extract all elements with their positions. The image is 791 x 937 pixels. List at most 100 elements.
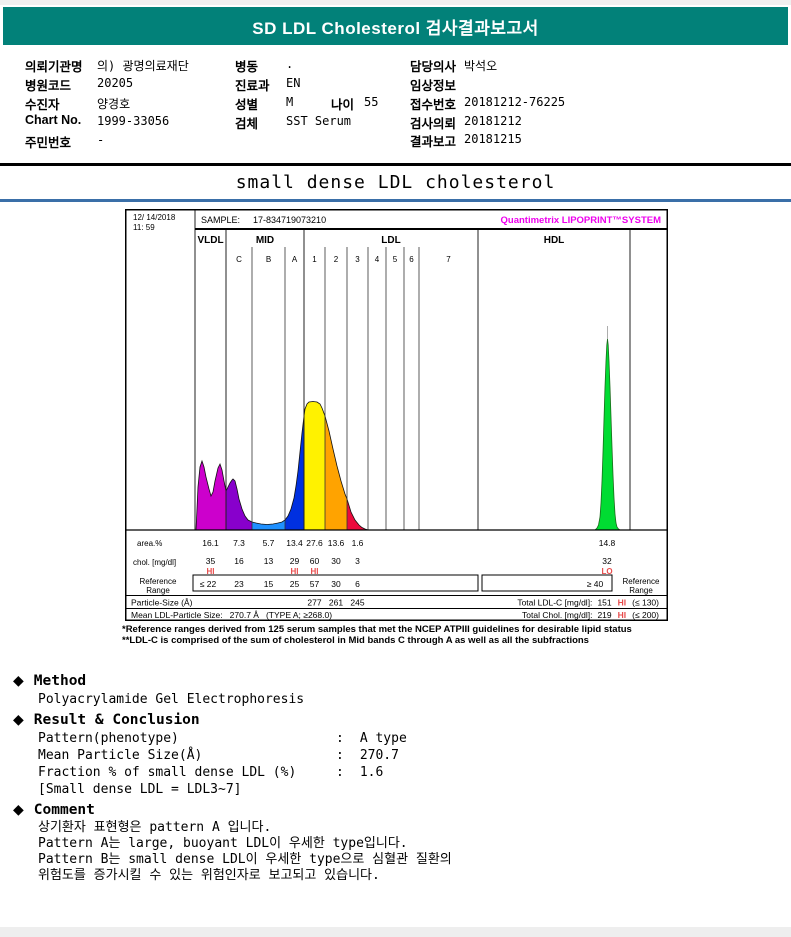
sex-value: M <box>286 95 294 109</box>
result-heading-text: Result & Conclusion <box>33 712 200 728</box>
area-row-label: area.% <box>137 539 162 548</box>
ref-value: 6 <box>355 579 360 589</box>
report-sections: ◆ Method Polyacrylamide Gel Electrophore… <box>13 672 778 884</box>
brand-text: Quantimetrix LIPOPRINT™SYSTEM <box>501 215 662 226</box>
chart-no-value: 1999-33056 <box>97 114 170 128</box>
sub-label-6: 6 <box>409 255 414 264</box>
total-ldl-value: 151 <box>597 598 611 608</box>
resident-id-value: - <box>97 133 105 147</box>
dept-label: 진료과 <box>235 79 270 93</box>
report-date-label: 결과보고 <box>410 135 457 149</box>
ref-value-hdl: ≥ 40 <box>587 579 604 589</box>
sub-label-1: 1 <box>312 255 317 264</box>
chol-value: 60 <box>310 556 320 566</box>
result-row-label: Fraction % of small dense LDL (%) <box>38 765 297 780</box>
sub-label-a: A <box>292 255 298 264</box>
comment-line: 상기환자 표현형은 pattern A 입니다. <box>38 820 272 835</box>
result-row-label: Mean Particle Size(Å) <box>38 748 203 763</box>
doctor-label: 담당의사 <box>410 60 457 74</box>
mean-particle-row: Mean LDL-Particle Size: 270.7 Å (TYPE A; ≥… <box>131 610 332 620</box>
band-title-vldl: VLDL <box>197 235 223 246</box>
ref-value: ≤ 22 <box>200 579 217 589</box>
ref-range-label-right-1: Reference <box>623 577 660 586</box>
result-colon: : <box>336 765 344 780</box>
diamond-icon: ◆ <box>13 802 24 818</box>
chol-row-label: chol. [mg/dl] <box>133 558 176 567</box>
result-row: Mean Particle Size(Å) : 270.7 <box>38 747 778 764</box>
band-title-hdl: HDL <box>544 235 565 246</box>
total-chol-row: Total Chol. [mg/dl]: 219 HI (≤ 200) <box>522 610 659 620</box>
accession-label: 접수번호 <box>410 98 457 112</box>
area-value: 5.7 <box>263 538 275 548</box>
sample-value: 17-834719073210 <box>253 215 326 225</box>
patient-name-value: 양경호 <box>97 97 131 111</box>
ref-value: 15 <box>264 579 274 589</box>
area-value: 1.6 <box>352 538 364 548</box>
ref-value: 57 <box>310 579 320 589</box>
report-date-value: 20181215 <box>464 132 522 146</box>
sub-label-c: C <box>236 255 242 264</box>
comment-line: 위험도를 증가시킬 수 있는 위험인자로 보고되고 있습니다. <box>38 868 380 883</box>
mean-particle-value: 270.7 Å <box>230 610 260 620</box>
sample-label: SAMPLE: <box>201 215 240 225</box>
result-row-label: Pattern(phenotype) <box>38 731 179 746</box>
mean-particle-note: (TYPE A; ≥268.0) <box>266 610 332 620</box>
ward-label: 병동 <box>235 60 259 74</box>
ref-range-label-left-2: Range <box>146 586 170 595</box>
chol-value: 13 <box>264 556 274 566</box>
hdl-peak-area <box>594 338 622 531</box>
method-heading: ◆ Method <box>13 672 778 690</box>
ldl3-area <box>347 499 368 530</box>
ward-value: . <box>286 57 294 71</box>
result-heading: ◆ Result & Conclusion <box>13 711 778 729</box>
total-chol-value: 219 <box>597 610 611 620</box>
mid-c-area <box>226 479 252 530</box>
chol-value: 30 <box>331 556 341 566</box>
chol-value: 3 <box>355 556 360 566</box>
ref-range-label-left-1: Reference <box>140 577 177 586</box>
diamond-icon: ◆ <box>13 712 24 728</box>
specimen-label: 검체 <box>235 117 259 131</box>
comment-line: Pattern B는 small dense LDL이 우세한 type으로 심… <box>38 852 452 867</box>
chol-value: 16 <box>234 556 244 566</box>
top-margin-strip <box>0 0 791 5</box>
comment-line: Pattern A는 large, buoyant LDL이 우세한 type입… <box>38 836 408 851</box>
area-value: 16.1 <box>202 538 219 548</box>
result-row-value: A type <box>359 731 407 746</box>
section-title: small dense LDL cholesterol <box>235 172 556 193</box>
bottom-margin-strip <box>0 927 791 937</box>
footnote-2: **LDL-C is comprised of the sum of chole… <box>122 635 589 646</box>
sex-label: 성별 <box>235 98 259 112</box>
divider-blue <box>0 199 791 202</box>
patient-name-label: 수진자 <box>25 98 60 112</box>
area-value: 13.6 <box>328 538 345 548</box>
area-value: 27.6 <box>306 538 323 548</box>
total-ldl-flag: HI <box>618 598 627 608</box>
comment-body: 상기환자 표현형은 pattern A 입니다. Pattern A는 larg… <box>38 820 778 884</box>
panel-time: 11: 59 <box>133 223 155 232</box>
ref-range-label-right-2: Range <box>629 586 653 595</box>
result-colon: : <box>336 748 344 763</box>
specimen-value: SST Serum <box>286 114 352 128</box>
accession-value: 20181212-76225 <box>464 95 566 109</box>
area-value: 7.3 <box>233 538 245 548</box>
result-body: Pattern(phenotype) : A type Mean Particl… <box>38 730 778 798</box>
doctor-value: 박석오 <box>464 59 498 73</box>
total-chol-flag: HI <box>618 610 627 620</box>
sub-label-4: 4 <box>375 255 380 264</box>
sub-label-b: B <box>266 255 271 264</box>
footnote-1: *Reference ranges derived from 125 serum… <box>122 624 632 635</box>
divider-black <box>0 163 791 166</box>
age-label: 나이 <box>331 98 355 112</box>
band-title-ldl: LDL <box>381 235 400 246</box>
chart-no-label: Chart No. <box>25 113 82 127</box>
result-colon: : <box>336 731 344 746</box>
ldl2-area <box>325 416 347 530</box>
order-date-label: 검사의뢰 <box>410 117 457 131</box>
result-row-value: 270.7 <box>359 748 399 763</box>
ref-value: 23 <box>234 579 244 589</box>
chol-value: 35 <box>206 556 216 566</box>
sub-label-7: 7 <box>446 255 451 264</box>
ref-value: 25 <box>290 579 300 589</box>
report-title-banner: SD LDL Cholesterol 검사결과보고서 <box>3 7 788 45</box>
